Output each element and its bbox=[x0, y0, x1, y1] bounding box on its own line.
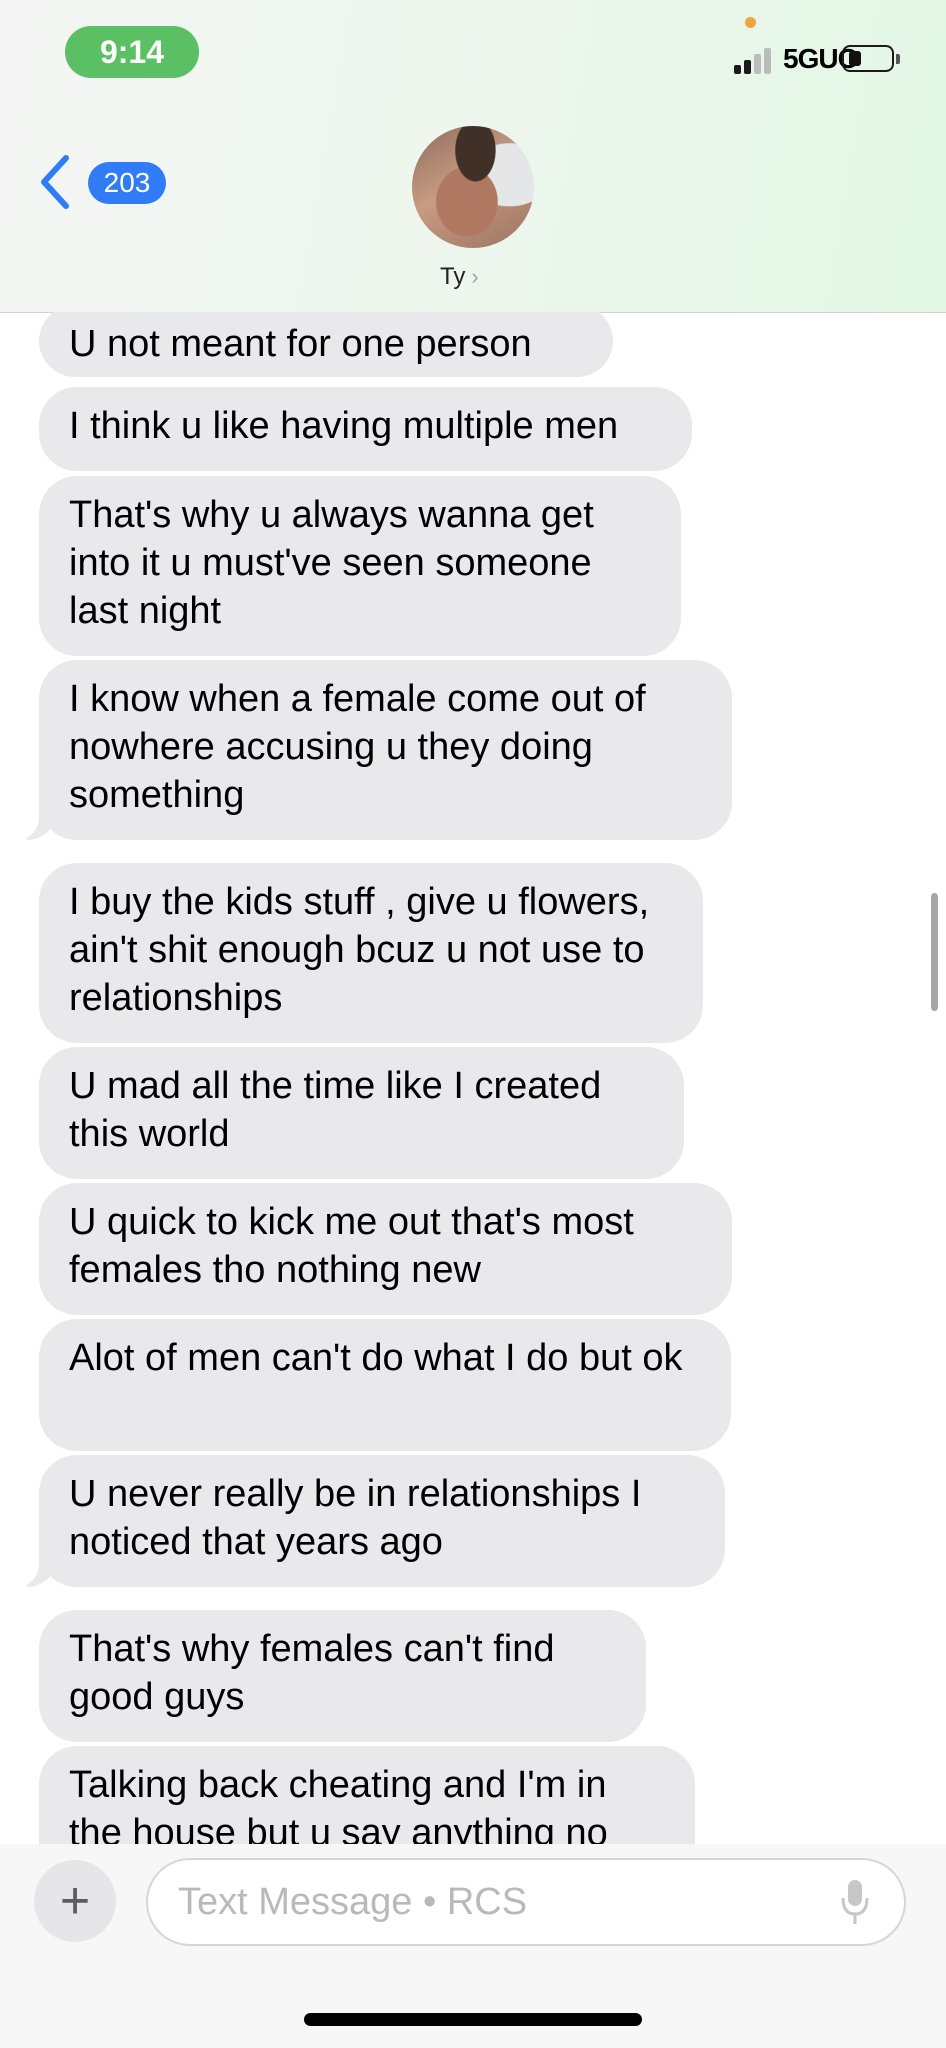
contact-name: Ty bbox=[440, 263, 466, 290]
message-input[interactable]: Text Message • RCS bbox=[146, 1858, 906, 1946]
message-text: U mad all the time like I created this w… bbox=[69, 1065, 602, 1155]
message-bubble[interactable]: Talking back cheating and I'm in the hou… bbox=[39, 1746, 695, 1844]
message-text: I buy the kids stuff , give u flowers, a… bbox=[69, 881, 650, 1019]
message-bubble[interactable]: U mad all the time like I created this w… bbox=[39, 1047, 684, 1179]
chevron-right-icon: › bbox=[471, 264, 479, 289]
message-text: U not meant for one person bbox=[69, 323, 532, 365]
message-text: Alot of men can't do what I do but ok bbox=[69, 1337, 683, 1379]
status-time: 9:14 bbox=[65, 26, 199, 78]
message-bubble[interactable]: I think u like having multiple men bbox=[39, 387, 692, 471]
message-bubble[interactable]: U not meant for one person bbox=[39, 312, 613, 377]
contact-avatar[interactable] bbox=[412, 126, 534, 248]
message-bubble[interactable]: U never really be in relationships I not… bbox=[39, 1455, 725, 1587]
add-attachment-button[interactable]: + bbox=[34, 1860, 116, 1942]
scroll-indicator[interactable] bbox=[931, 893, 938, 1011]
message-text: That's why females can't find good guys bbox=[69, 1628, 555, 1718]
home-indicator bbox=[304, 2013, 642, 2026]
message-input-placeholder: Text Message • RCS bbox=[178, 1880, 528, 1923]
unread-count-badge[interactable]: 203 bbox=[88, 162, 166, 204]
message-text: I think u like having multiple men bbox=[69, 405, 619, 447]
battery-tip bbox=[896, 54, 900, 64]
message-bubble[interactable]: I buy the kids stuff , give u flowers, a… bbox=[39, 863, 703, 1043]
cellular-signal-icon bbox=[734, 46, 778, 74]
battery-icon bbox=[842, 45, 894, 72]
back-button[interactable] bbox=[38, 150, 78, 214]
chevron-left-icon bbox=[41, 155, 69, 209]
message-text: U never really be in relationships I not… bbox=[69, 1473, 642, 1563]
microphone-icon[interactable] bbox=[840, 1878, 870, 1928]
message-bubble[interactable]: That's why females can't find good guys bbox=[39, 1610, 646, 1742]
contact-name-button[interactable]: Ty › bbox=[440, 263, 479, 291]
message-bubble[interactable]: I know when a female come out of nowhere… bbox=[39, 660, 732, 840]
message-text: Talking back cheating and I'm in the hou… bbox=[69, 1764, 608, 1844]
message-text: U quick to kick me out that's most femal… bbox=[69, 1201, 634, 1291]
plus-icon: + bbox=[59, 1872, 91, 1930]
message-bubble-tail bbox=[9, 1547, 57, 1587]
message-text: That's why u always wanna get into it u … bbox=[69, 494, 594, 632]
message-bubble[interactable]: Alot of men can't do what I do but ok bbox=[39, 1319, 731, 1451]
privacy-indicator-dot bbox=[745, 17, 756, 28]
message-text: I know when a female come out of nowhere… bbox=[69, 678, 646, 816]
message-bubble-tail bbox=[9, 800, 57, 840]
message-bubble[interactable]: U quick to kick me out that's most femal… bbox=[39, 1183, 732, 1315]
message-list[interactable]: U not meant for one person I think u lik… bbox=[0, 312, 946, 1844]
message-bubble[interactable]: That's why u always wanna get into it u … bbox=[39, 476, 681, 656]
